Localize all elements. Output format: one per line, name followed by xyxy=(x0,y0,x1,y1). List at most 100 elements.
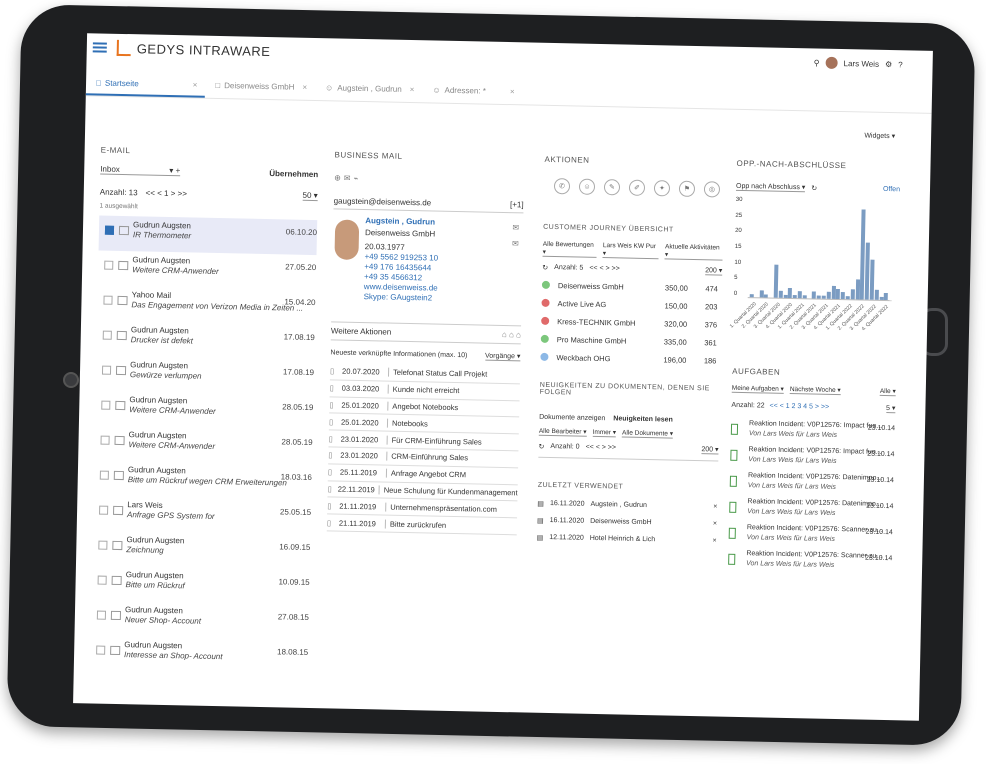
docs-filter[interactable]: Alle Dokumente ▾ xyxy=(621,428,674,439)
chat-icon[interactable]: ◎ xyxy=(703,181,721,198)
checkbox[interactable] xyxy=(97,575,107,585)
mail-item[interactable]: Gudrun Augsten Bitte um Rückruf wegen CRM… xyxy=(93,460,312,500)
mail-item[interactable]: Lars Weis Anfrage GPS System for 25.05.15 xyxy=(93,495,312,535)
contact-phone[interactable]: +49 35 4566312 xyxy=(364,272,422,282)
contact-phone[interactable]: +49 5562 919253 10 xyxy=(364,252,438,263)
close-icon[interactable]: × xyxy=(712,537,716,544)
docs-pager[interactable]: << < > >> xyxy=(586,444,617,452)
checkbox[interactable] xyxy=(100,435,110,445)
checkbox[interactable] xyxy=(104,260,114,270)
refresh-icon[interactable]: ↻ xyxy=(811,184,817,192)
tasks-filter[interactable]: Alle ▾ xyxy=(879,386,896,397)
tasks-filter[interactable]: Nächste Woche ▾ xyxy=(789,385,841,396)
mail-item[interactable]: Gudrun Augsten Bitte um Rückruf 10.09.15 xyxy=(91,565,310,605)
menu-icon[interactable] xyxy=(92,42,107,53)
add-icon[interactable]: ⊕ xyxy=(334,173,341,182)
folder-select[interactable]: Inbox ▾ + xyxy=(100,164,181,177)
contact-skype[interactable]: Skype: GAugstein2 xyxy=(364,292,433,302)
checkbox[interactable] xyxy=(102,330,112,340)
checkbox[interactable] xyxy=(96,610,107,620)
close-icon[interactable]: × xyxy=(510,87,515,96)
action-icons[interactable]: ⌂ ⌂ ⌂ xyxy=(502,330,521,339)
close-icon[interactable]: × xyxy=(713,520,717,527)
close-icon[interactable]: × xyxy=(302,83,307,92)
contact-phone[interactable]: +49 176 16435644 xyxy=(364,262,431,272)
checkbox[interactable] xyxy=(103,295,113,305)
journey-filter[interactable]: Aktuelle Aktivitäten ▾ xyxy=(664,243,723,261)
mail-item[interactable]: Gudrun Augsten Weitere CRM-Anwender 27.05.… xyxy=(98,251,317,291)
task-item[interactable]: Reaktion Incident: V0P12576: Datenimpo..… xyxy=(729,496,894,525)
tab-deisenweiss[interactable]: □ Deisenweiss GmbH × xyxy=(205,81,315,100)
refresh-icon[interactable]: ↻ xyxy=(542,263,548,271)
tasks-pager[interactable]: << < 1 2 3 4 5 > >> xyxy=(769,403,829,411)
mail-item[interactable]: Gudrun Augsten Gewürze verlumpen 17.08.19 xyxy=(96,355,315,395)
task-item[interactable]: Reaktion Incident: V0P12576: Scanner zu.… xyxy=(728,548,893,577)
journey-filter[interactable]: Lars Weis KW Pur ▾ xyxy=(602,242,660,260)
tasks-page-size[interactable]: 5 ▾ xyxy=(885,404,896,414)
more-actions[interactable]: Weitere Aktionen xyxy=(331,326,392,336)
search-icon[interactable]: ⚲ xyxy=(814,58,820,67)
contact-company[interactable]: Deisenweiss GmbH xyxy=(365,228,435,238)
close-icon[interactable]: × xyxy=(193,80,198,89)
task-item[interactable]: Reaktion Incident: V0P12576: Datenimpo..… xyxy=(729,470,895,499)
takeover-button[interactable]: Übernehmen xyxy=(269,169,318,179)
docs-filter[interactable]: Immer ▾ xyxy=(592,427,617,438)
mail-item[interactable]: Gudrun Augsten Drucker ist defekt 17.08.19 xyxy=(96,320,315,360)
history-row[interactable]: ▯ 21.11.2019 Bitte zurückrufen xyxy=(326,514,518,536)
pin-icon[interactable]: ⚑ xyxy=(678,180,696,197)
attach-icon[interactable]: ⌁ xyxy=(353,174,358,183)
settings-icon[interactable]: ⚙ xyxy=(885,59,892,68)
email-page-size[interactable]: 50 ▾ xyxy=(302,190,318,202)
docs-tab-show[interactable]: Dokumente anzeigen xyxy=(539,414,605,422)
envelope-icon[interactable]: ✉ xyxy=(512,239,519,248)
checkbox[interactable] xyxy=(104,225,115,235)
help-icon[interactable]: ? xyxy=(898,60,903,69)
docs-filter[interactable]: Alle Bearbeiter ▾ xyxy=(538,426,587,437)
email-pager[interactable]: << < 1 > >> xyxy=(146,188,188,198)
tool-icon[interactable]: ✎ xyxy=(603,179,621,196)
user-name[interactable]: Lars Weis xyxy=(844,59,880,69)
tab-adressen[interactable]: ☺ Adressen: * × xyxy=(422,85,523,104)
mail-item[interactable]: Yahoo Mail Das Engagement von Verizon Med… xyxy=(97,285,316,325)
checkbox[interactable] xyxy=(101,400,111,410)
task-item[interactable]: Reaktion Incident: V0P12576: Impact fun.… xyxy=(730,418,896,447)
checkbox[interactable] xyxy=(99,505,109,515)
mail-item[interactable]: Gudrun Augsten Weitere CRM-Anwender 28.05.… xyxy=(95,390,314,430)
contact-name[interactable]: Augstein , Gudrun xyxy=(365,216,435,226)
mail-icon[interactable]: ✉ xyxy=(344,174,351,183)
tasks-filter[interactable]: Meine Aufgaben ▾ xyxy=(731,383,784,394)
mail-item[interactable]: Gudrun Augsten Interesse an Shop- Account… xyxy=(90,635,309,675)
mail-item[interactable]: Gudrun Augsten Weitere CRM-Anwender 28.05.… xyxy=(94,425,313,465)
phone-icon[interactable]: ✆ xyxy=(553,178,571,195)
journey-filter[interactable]: Alle Bewertungen ▾ xyxy=(542,240,598,258)
widgets-dropdown[interactable]: Widgets ▾ xyxy=(864,132,895,141)
close-icon[interactable]: × xyxy=(410,85,415,94)
note-icon[interactable]: ✐ xyxy=(628,179,646,196)
journey-pager[interactable]: << < > >> xyxy=(589,265,620,273)
opp-link[interactable]: Offen xyxy=(883,186,900,193)
envelope-icon[interactable]: ✉ xyxy=(512,223,519,232)
task-item[interactable]: Reaktion Incident: V0P12576: Impact fun.… xyxy=(730,444,895,473)
docs-tab-news[interactable]: Neuigkeiten lesen xyxy=(613,415,673,423)
task-item[interactable]: Reaktion Incident: V0P12576: Scanner zu.… xyxy=(728,522,893,551)
tab-startseite[interactable]: □ Startseite × xyxy=(85,78,206,98)
close-icon[interactable]: × xyxy=(713,503,717,510)
refresh-icon[interactable]: ↻ xyxy=(538,442,544,450)
journey-page-size[interactable]: 200 ▾ xyxy=(705,266,723,276)
history-filter[interactable]: Vorgänge ▾ xyxy=(484,351,521,362)
checkbox[interactable] xyxy=(99,470,109,480)
journey-item[interactable]: Weckbach OHG 196,00 186 xyxy=(540,348,720,370)
checkbox[interactable] xyxy=(101,365,112,375)
mail-item[interactable]: Gudrun Augsten Zeichnung 16.09.15 xyxy=(92,530,311,570)
group-icon[interactable]: ☺ xyxy=(578,178,596,195)
docs-page-size[interactable]: 200 ▾ xyxy=(701,445,719,455)
opp-filter[interactable]: Opp nach Abschluss ▾ xyxy=(735,181,806,193)
checkbox[interactable] xyxy=(98,540,108,550)
mail-item[interactable]: Gudrun Augsten IR Thermometer 06.10.20 xyxy=(98,215,318,256)
tab-augstein[interactable]: ☺ Augstein , Gudrun × xyxy=(315,83,423,102)
mail-item[interactable]: Gudrun Augsten Neuer Shop- Account 27.08.1… xyxy=(90,600,309,640)
recent-item[interactable]: ▤ 12.11.2020 Hotel Heinrich & Lich × xyxy=(536,529,717,550)
contact-website[interactable]: www.deisenweiss.de xyxy=(364,282,438,293)
avatar[interactable] xyxy=(825,56,838,69)
lightbulb-icon[interactable]: ✦ xyxy=(653,180,671,197)
